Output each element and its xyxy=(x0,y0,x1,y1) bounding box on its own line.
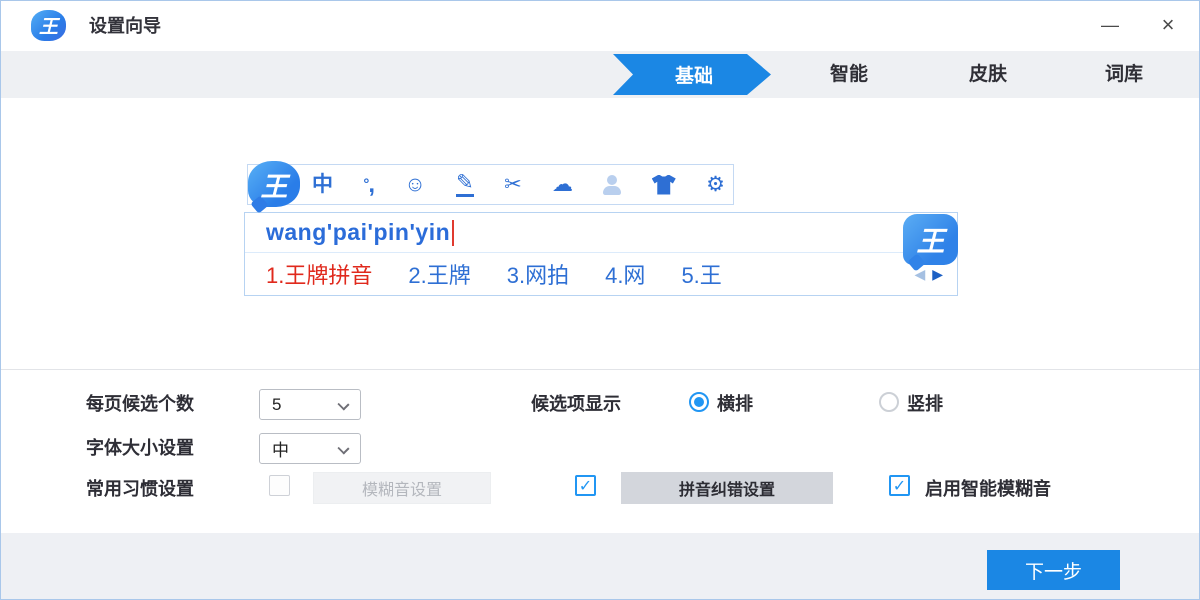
smart-fuzzy-label[interactable]: 启用智能模糊音 xyxy=(925,474,1051,504)
composition-text: wang'pai'pin'yin xyxy=(266,219,450,246)
candidate-3[interactable]: 3.网拍 xyxy=(507,258,569,290)
ime-badge-icon: 王 xyxy=(903,214,958,265)
ime-toolbar-preview: 中 °, ☺ ✎ ✂ ☁ ⚙ xyxy=(247,164,734,205)
minimize-button[interactable]: — xyxy=(1087,1,1133,51)
ime-badge-glyph: 王 xyxy=(916,220,944,260)
composition-row: wang'pai'pin'yin xyxy=(245,213,957,253)
chevron-down-icon xyxy=(337,398,349,410)
pinyin-correction-checkbox[interactable]: ✓ xyxy=(575,475,596,496)
close-button[interactable]: × xyxy=(1145,1,1191,51)
skin-icon[interactable] xyxy=(652,175,676,195)
candidate-window-preview: wang'pai'pin'yin 1.王牌拼音 2.王牌 3.网拍 4.网 5.… xyxy=(244,212,958,296)
punctuation-icon[interactable]: °, xyxy=(363,177,374,192)
tab-skin[interactable]: 皮肤 xyxy=(943,51,1033,98)
next-page-icon[interactable]: ▶ xyxy=(932,266,943,283)
vertical-radio-label[interactable]: 竖排 xyxy=(907,391,943,417)
bottom-bar: 下一步 xyxy=(1,533,1199,600)
app-logo-glyph: 王 xyxy=(39,12,58,39)
candidates-per-page-value: 5 xyxy=(272,395,281,415)
next-step-button[interactable]: 下一步 xyxy=(987,550,1120,590)
wizard-tab-bar: 基础 智能 皮肤 词库 xyxy=(1,51,1199,98)
window-title: 设置向导 xyxy=(89,1,161,51)
candidate-row: 1.王牌拼音 2.王牌 3.网拍 4.网 5.王 ◀ ▶ xyxy=(245,253,957,295)
setup-wizard-window: 王 设置向导 — × 基础 智能 皮肤 词库 中 °, ☺ ✎ ✂ ☁ ⚙ 王 xyxy=(0,0,1200,600)
font-size-label: 字体大小设置 xyxy=(86,433,194,463)
ime-toolbar-icons: 中 °, ☺ ✎ ✂ ☁ ⚙ xyxy=(312,165,725,204)
account-icon[interactable] xyxy=(603,175,621,195)
check-icon: ✓ xyxy=(579,476,592,496)
candidate-5[interactable]: 5.王 xyxy=(681,258,721,290)
gear-icon[interactable]: ⚙ xyxy=(706,174,725,195)
font-size-select[interactable]: 中 xyxy=(259,433,361,464)
font-size-value: 中 xyxy=(272,436,289,461)
candidate-4[interactable]: 4.网 xyxy=(605,258,645,290)
cloud-icon[interactable]: ☁ xyxy=(552,174,573,195)
habits-checkbox[interactable] xyxy=(269,475,290,496)
candidate-2[interactable]: 2.王牌 xyxy=(408,258,470,290)
habits-label: 常用习惯设置 xyxy=(86,474,194,504)
handwriting-icon[interactable]: ✎ xyxy=(456,172,474,197)
title-bar: 王 设置向导 — × xyxy=(1,1,1199,51)
tab-smart[interactable]: 智能 xyxy=(804,51,894,98)
vertical-radio[interactable] xyxy=(879,392,899,412)
chinese-mode-icon[interactable]: 中 xyxy=(312,174,333,195)
candidate-1[interactable]: 1.王牌拼音 xyxy=(266,258,372,290)
app-logo-icon: 王 xyxy=(31,10,66,41)
candidates-per-page-label: 每页候选个数 xyxy=(86,389,194,419)
ime-logo-glyph: 王 xyxy=(261,165,288,204)
pinyin-correction-button[interactable]: 拼音纠错设置 xyxy=(621,472,833,504)
horizontal-radio-label[interactable]: 横排 xyxy=(717,391,753,417)
smart-fuzzy-checkbox[interactable]: ✓ xyxy=(889,475,910,496)
ime-logo-icon[interactable]: 王 xyxy=(248,161,300,207)
check-icon: ✓ xyxy=(893,476,906,496)
text-caret xyxy=(452,220,454,246)
tab-dictionary[interactable]: 词库 xyxy=(1079,51,1169,98)
chevron-down-icon xyxy=(337,442,349,454)
fuzzy-settings-button[interactable]: 模糊音设置 xyxy=(313,472,491,504)
horizontal-radio[interactable] xyxy=(689,392,709,412)
scissors-icon[interactable]: ✂ xyxy=(504,174,522,195)
candidates-per-page-select[interactable]: 5 xyxy=(259,389,361,420)
candidate-display-label: 候选项显示 xyxy=(531,389,621,419)
emoji-icon[interactable]: ☺ xyxy=(404,174,425,195)
section-divider xyxy=(1,369,1199,370)
tab-basic[interactable]: 基础 xyxy=(613,54,771,95)
